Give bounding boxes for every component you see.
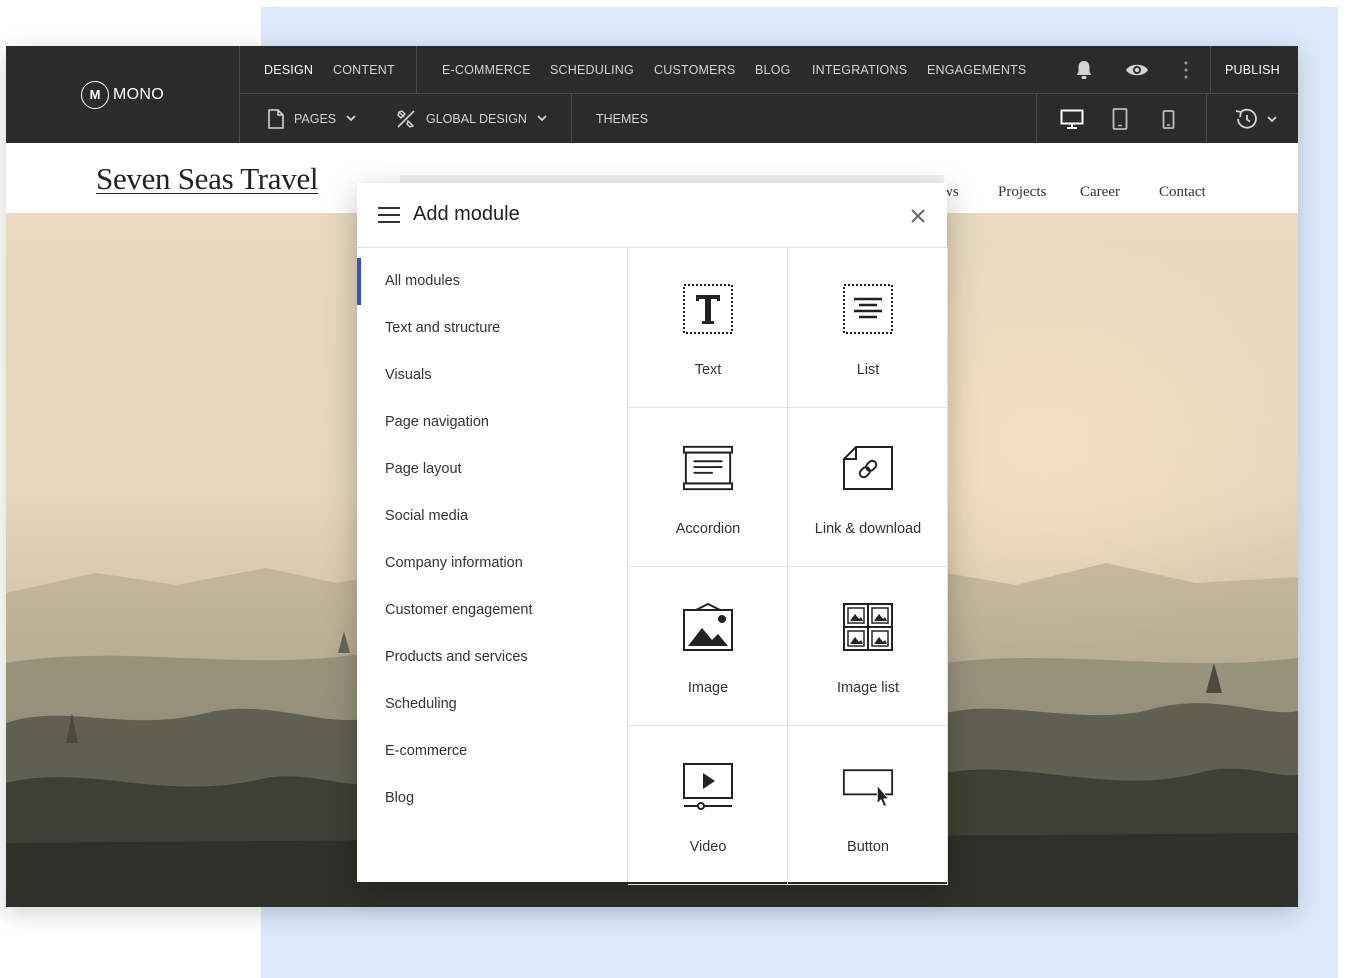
- module-label: Video: [689, 839, 727, 855]
- module-tile-button[interactable]: Button: [788, 725, 948, 885]
- pages-label: PAGES: [294, 111, 337, 126]
- chevron-down-icon: [537, 115, 547, 122]
- tab-design[interactable]: DESIGN: [264, 46, 313, 94]
- publish-button[interactable]: PUBLISH: [1225, 46, 1280, 94]
- toolbar-divider: [1036, 94, 1037, 143]
- page-icon: [268, 108, 284, 129]
- top-bar: M MONO DESIGN CONTENT E-COMMERCE SCHEDUL…: [6, 46, 1298, 143]
- pages-dropdown[interactable]: PAGES: [268, 94, 356, 143]
- category-all-modules[interactable]: All modules: [357, 258, 627, 305]
- main-nav: DESIGN CONTENT E-COMMERCE SCHEDULING CUS…: [240, 46, 1298, 94]
- category-list: All modules Text and structure Visuals P…: [357, 248, 628, 882]
- module-label: Image: [687, 680, 729, 696]
- category-visuals[interactable]: Visuals: [357, 352, 627, 399]
- category-e-commerce[interactable]: E-commerce: [357, 728, 627, 775]
- dialog-header: Add module: [357, 183, 947, 248]
- module-tile-list[interactable]: List: [788, 248, 948, 408]
- history-icon[interactable]: [1230, 106, 1280, 132]
- video-module-icon: [682, 759, 734, 813]
- category-page-layout[interactable]: Page layout: [357, 446, 627, 493]
- logo[interactable]: M MONO: [6, 46, 240, 143]
- tab-engagements[interactable]: ENGAGEMENTS: [927, 46, 1026, 94]
- list-module-icon: [842, 282, 894, 336]
- toolbar-divider: [1206, 94, 1207, 143]
- eye-icon[interactable]: [1123, 58, 1151, 82]
- mobile-icon[interactable]: [1154, 107, 1182, 131]
- site-nav-projects[interactable]: Projects: [998, 184, 1046, 201]
- module-tile-image-list[interactable]: Image list: [788, 566, 948, 726]
- module-label: Link & download: [814, 521, 922, 537]
- module-label: Accordion: [675, 521, 741, 537]
- button-module-icon: [842, 759, 894, 813]
- site-title[interactable]: Seven Seas Travel: [96, 161, 319, 197]
- category-company-information[interactable]: Company information: [357, 540, 627, 587]
- accordion-module-icon: [682, 441, 734, 495]
- tablet-icon[interactable]: [1106, 106, 1134, 132]
- toolbar-divider: [571, 94, 572, 143]
- tab-blog[interactable]: BLOG: [755, 46, 791, 94]
- module-label: Text: [694, 362, 722, 378]
- category-customer-engagement[interactable]: Customer engagement: [357, 587, 627, 634]
- tab-customers[interactable]: CUSTOMERS: [654, 46, 735, 94]
- text-module-icon: [682, 282, 734, 336]
- tab-integrations[interactable]: INTEGRATIONS: [812, 46, 907, 94]
- nav-divider: [416, 46, 417, 93]
- category-blog[interactable]: Blog: [357, 775, 627, 822]
- category-scheduling[interactable]: Scheduling: [357, 681, 627, 728]
- toolbar: PAGES GLOBAL DESIGN THEMES: [240, 94, 1298, 143]
- chevron-down-icon: [346, 115, 356, 122]
- logo-text: MONO: [113, 85, 164, 103]
- tab-content[interactable]: CONTENT: [333, 46, 395, 94]
- desktop-icon[interactable]: [1056, 106, 1088, 132]
- image-module-icon: [682, 600, 734, 654]
- module-tile-text[interactable]: Text: [628, 248, 788, 408]
- category-text-and-structure[interactable]: Text and structure: [357, 305, 627, 352]
- category-social-media[interactable]: Social media: [357, 493, 627, 540]
- module-label: Button: [847, 839, 889, 855]
- module-tile-accordion[interactable]: Accordion: [628, 407, 788, 567]
- module-label: Image list: [836, 680, 900, 696]
- modal-backdrop-edge: [400, 175, 944, 183]
- dialog-title: Add module: [413, 203, 520, 225]
- tab-scheduling[interactable]: SCHEDULING: [550, 46, 634, 94]
- category-page-navigation[interactable]: Page navigation: [357, 399, 627, 446]
- tab-e-commerce[interactable]: E-COMMERCE: [442, 46, 531, 94]
- module-grid: Text List Accordion Link & download Imag…: [628, 248, 948, 885]
- module-label: List: [856, 362, 880, 378]
- nav-divider: [1210, 46, 1211, 93]
- module-tile-video[interactable]: Video: [628, 725, 788, 885]
- image-list-module-icon: [842, 600, 894, 654]
- design-tools-icon: [397, 109, 415, 128]
- themes-button[interactable]: THEMES: [596, 94, 648, 143]
- add-module-dialog: Add module All modules Text and structur…: [357, 183, 948, 885]
- menu-icon[interactable]: [378, 207, 400, 223]
- site-nav-career[interactable]: Career: [1080, 184, 1120, 201]
- global-design-dropdown[interactable]: GLOBAL DESIGN: [396, 94, 547, 143]
- global-design-label: GLOBAL DESIGN: [426, 111, 527, 126]
- link-download-module-icon: [842, 441, 894, 495]
- module-tile-link-download[interactable]: Link & download: [788, 407, 948, 567]
- more-vertical-icon[interactable]: [1174, 58, 1198, 82]
- module-tile-image[interactable]: Image: [628, 566, 788, 726]
- site-nav-contact[interactable]: Contact: [1159, 184, 1206, 201]
- category-products-and-services[interactable]: Products and services: [357, 634, 627, 681]
- logo-mark-icon: M: [81, 80, 109, 109]
- bell-icon[interactable]: [1072, 58, 1096, 82]
- close-icon[interactable]: [910, 208, 926, 224]
